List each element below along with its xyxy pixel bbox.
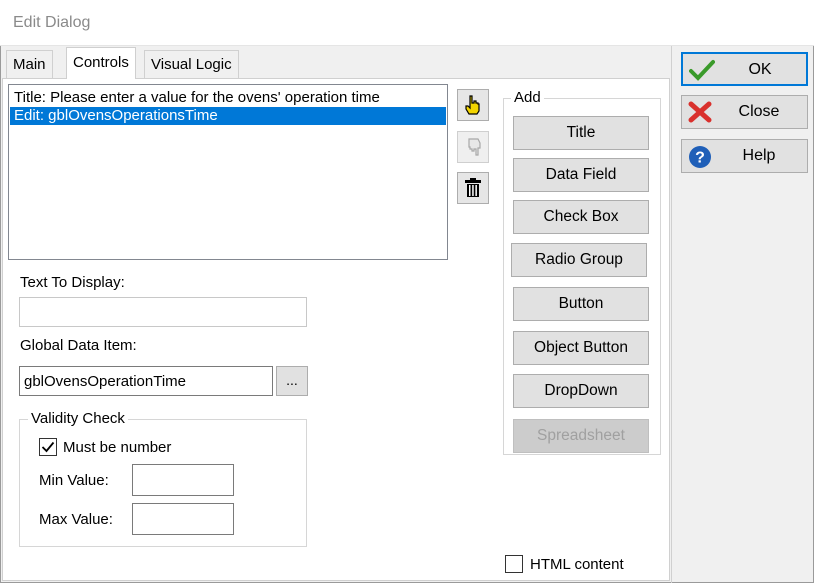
move-down-button[interactable] [457, 131, 489, 163]
list-item-text: Title: Please enter a value for the oven… [14, 89, 380, 106]
min-value-input[interactable] [132, 464, 234, 496]
add-title-label: Title [566, 124, 596, 141]
tab-controls-label: Controls [73, 54, 129, 71]
list-item-selected[interactable]: Edit: gblOvensOperationsTime [10, 107, 446, 125]
html-content-label: HTML content [530, 556, 624, 573]
ok-label: OK [748, 61, 772, 78]
global-data-item-input[interactable] [19, 366, 273, 396]
svg-text:?: ? [695, 150, 705, 167]
tab-visual-logic-label: Visual Logic [151, 56, 232, 73]
add-data-field-button[interactable]: Data Field [513, 158, 649, 192]
hand-pointer-icon [465, 95, 480, 115]
add-data-field-label: Data Field [545, 166, 617, 183]
tab-visual-logic[interactable]: Visual Logic [144, 50, 239, 78]
add-button-label: Button [558, 295, 604, 312]
add-radio-group-label: Radio Group [535, 251, 623, 268]
list-item-text: Edit: gblOvensOperationsTime [14, 107, 218, 124]
max-value-label: Max Value: [39, 511, 113, 528]
add-dropdown-label: DropDown [544, 382, 618, 399]
list-item[interactable]: Title: Please enter a value for the oven… [10, 89, 446, 107]
move-up-button[interactable] [457, 89, 489, 121]
controls-listbox[interactable]: Title: Please enter a value for the oven… [8, 84, 448, 260]
add-spreadsheet-label: Spreadsheet [537, 427, 625, 444]
side-separator [671, 46, 672, 583]
add-button-button[interactable]: Button [513, 287, 649, 321]
tab-main[interactable]: Main [6, 50, 53, 78]
close-button[interactable]: Close [681, 95, 808, 129]
ok-button[interactable]: OK [681, 52, 808, 86]
checkmark-icon [41, 441, 55, 453]
must-be-number-checkbox[interactable] [39, 438, 57, 456]
help-label: Help [742, 147, 776, 164]
add-title-button[interactable]: Title [513, 116, 649, 150]
tab-controls[interactable]: Controls [66, 47, 136, 79]
question-mark-icon: ? [689, 146, 711, 168]
delete-button[interactable] [457, 172, 489, 204]
add-object-button-label: Object Button [534, 339, 628, 356]
help-button[interactable]: ? Help [681, 139, 808, 173]
validity-check-label: Validity Check [28, 410, 128, 427]
tab-main-label: Main [13, 56, 46, 73]
add-group-label: Add [511, 89, 544, 106]
browse-button[interactable]: ... [276, 366, 308, 396]
text-to-display-input[interactable] [19, 297, 307, 327]
add-object-button-button[interactable]: Object Button [513, 331, 649, 365]
hand-pointer-disabled-icon [468, 138, 481, 156]
add-check-box-button[interactable]: Check Box [513, 200, 649, 234]
close-label: Close [738, 103, 780, 120]
trash-icon [465, 178, 481, 197]
min-value-label: Min Value: [39, 472, 109, 489]
global-data-item-label: Global Data Item: [20, 337, 137, 354]
add-dropdown-button[interactable]: DropDown [513, 374, 649, 408]
must-be-number-label: Must be number [63, 439, 172, 456]
text-to-display-label: Text To Display: [20, 274, 125, 291]
add-radio-group-button[interactable]: Radio Group [511, 243, 647, 277]
html-content-checkbox[interactable] [505, 555, 523, 573]
add-spreadsheet-button[interactable]: Spreadsheet [513, 419, 649, 453]
title-bar: Edit Dialog [0, 0, 814, 46]
browse-label: ... [286, 372, 298, 388]
add-check-box-label: Check Box [543, 208, 619, 225]
green-check-icon [689, 60, 715, 81]
red-x-icon [688, 101, 712, 123]
max-value-input[interactable] [132, 503, 234, 535]
window-title: Edit Dialog [13, 14, 91, 31]
